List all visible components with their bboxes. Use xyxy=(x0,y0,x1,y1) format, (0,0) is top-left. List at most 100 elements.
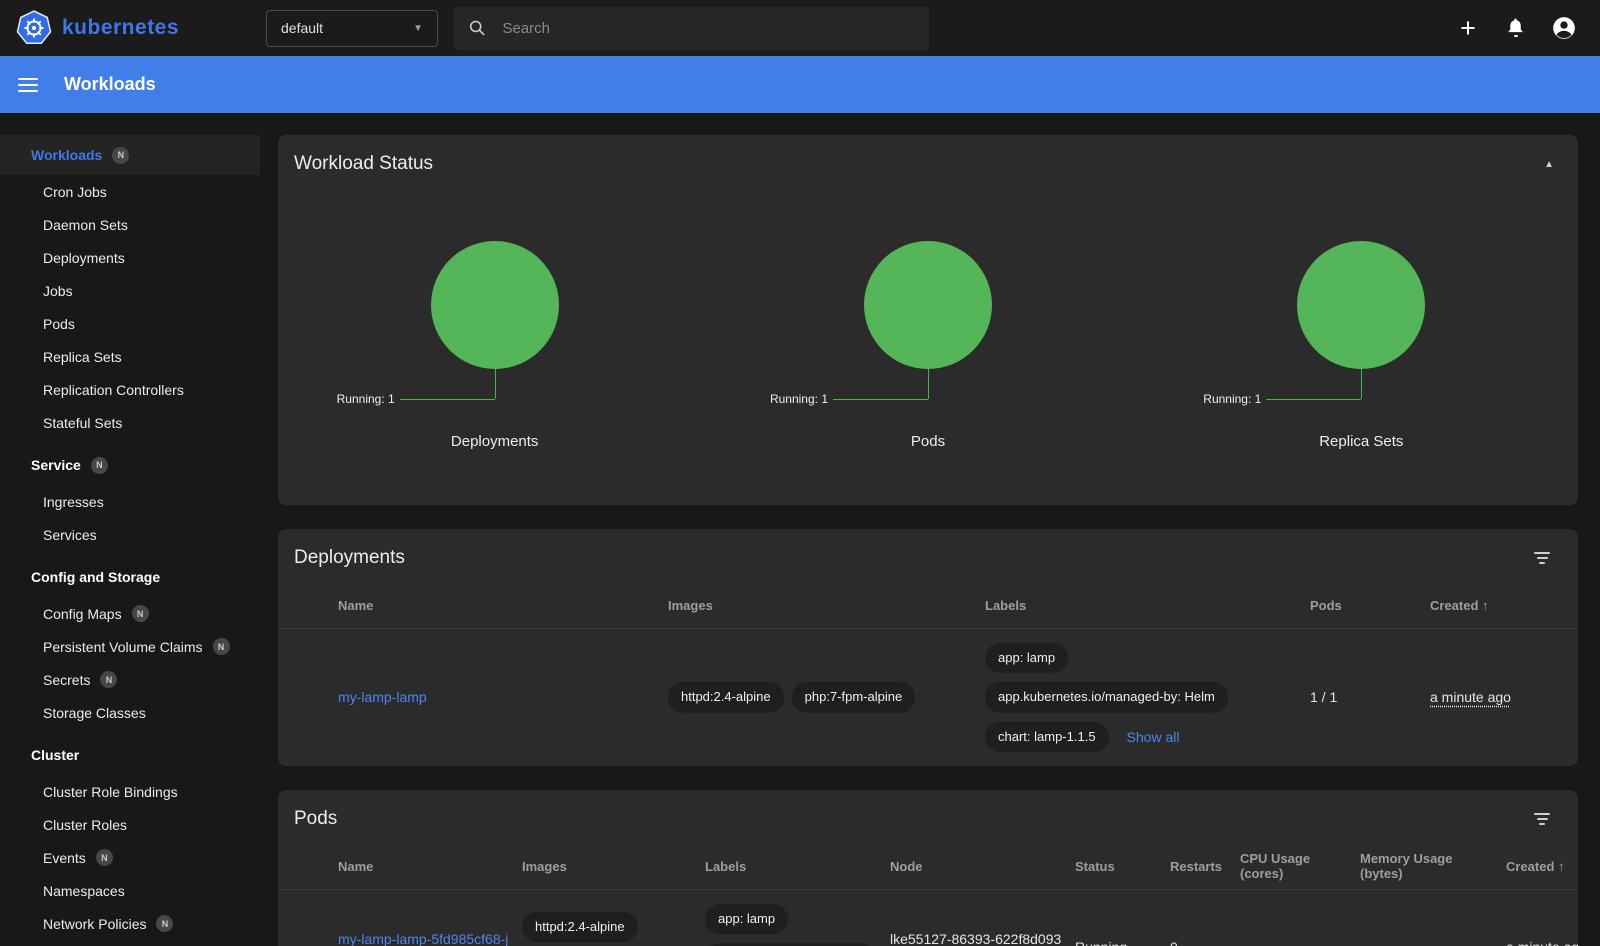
sidebar-item-replica-sets[interactable]: Replica Sets xyxy=(0,340,260,373)
page-title: Workloads xyxy=(64,74,156,95)
new-badge: N xyxy=(112,147,129,164)
col-labels[interactable]: Labels xyxy=(985,598,1310,613)
deployment-row[interactable]: my-lamp-lamp httpd:2.4-alpine php:7-fpm-… xyxy=(278,629,1578,766)
search-icon xyxy=(468,18,486,38)
sidebar-item-storage-classes[interactable]: Storage Classes xyxy=(0,696,260,729)
search-bar[interactable] xyxy=(454,7,929,50)
pod-created: a minute ago xyxy=(1506,939,1578,946)
top-bar: kubernetes default ▼ + xyxy=(0,0,1600,56)
new-badge: N xyxy=(100,671,117,688)
sidebar-item-deployments[interactable]: Deployments xyxy=(0,241,260,274)
sidebar-item-cron-jobs[interactable]: Cron Jobs xyxy=(0,175,260,208)
col-cpu-usage[interactable]: CPU Usage (cores) xyxy=(1240,851,1360,881)
workload-status-charts: Running: 1 Deployments Running: 1 Pods R… xyxy=(278,241,1578,505)
namespace-selector[interactable]: default ▼ xyxy=(266,10,438,47)
col-images[interactable]: Images xyxy=(668,598,985,613)
sidebar-item-ingresses[interactable]: Ingresses xyxy=(0,485,260,518)
sidebar-item-services[interactable]: Services xyxy=(0,518,260,551)
col-labels[interactable]: Labels xyxy=(705,859,890,874)
deployment-name-link[interactable]: my-lamp-lamp xyxy=(338,689,427,705)
account-avatar-icon xyxy=(1551,15,1577,41)
main-content: Workload Status ▲ Running: 1 Deployments… xyxy=(260,113,1600,946)
col-restarts[interactable]: Restarts xyxy=(1170,859,1240,874)
sidebar-section-cluster[interactable]: Cluster xyxy=(0,735,260,775)
col-images[interactable]: Images xyxy=(522,859,705,874)
new-badge: N xyxy=(96,849,113,866)
deployments-title: Deployments xyxy=(294,547,405,569)
pod-restarts: 0 xyxy=(1170,939,1240,946)
col-name[interactable]: Name xyxy=(338,598,668,613)
col-node[interactable]: Node xyxy=(890,859,1075,874)
kubernetes-helm-icon xyxy=(16,10,52,46)
sidebar-item-pods[interactable]: Pods xyxy=(0,307,260,340)
filter-icon[interactable] xyxy=(1530,809,1554,829)
replica-sets-running-label: Running: 1 xyxy=(1203,392,1261,406)
pods-pie-chart: Running: 1 Pods xyxy=(711,241,1144,505)
pod-memory-usage: - xyxy=(1360,939,1506,946)
sidebar-item-namespaces[interactable]: Namespaces xyxy=(0,874,260,907)
new-badge: N xyxy=(156,915,173,932)
sidebar-item-daemon-sets[interactable]: Daemon Sets xyxy=(0,208,260,241)
col-name[interactable]: Name xyxy=(338,859,522,874)
menu-button[interactable] xyxy=(18,78,38,92)
pods-pie xyxy=(864,241,992,369)
sort-asc-icon: ↑ xyxy=(1558,859,1565,874)
sidebar-item-jobs[interactable]: Jobs xyxy=(0,274,260,307)
sidebar-item-secrets[interactable]: Secrets N xyxy=(0,663,260,696)
col-created[interactable]: Created ↑ xyxy=(1430,598,1578,613)
new-badge: N xyxy=(132,605,149,622)
replica-sets-pie-chart: Running: 1 Replica Sets xyxy=(1145,241,1578,505)
pods-card: Pods Name Images Labels Node Status Rest… xyxy=(278,790,1578,946)
pods-title: Pods xyxy=(294,808,337,830)
pod-node: lke55127-86393-622f8d09399a xyxy=(890,931,1075,946)
col-memory-usage[interactable]: Memory Usage (bytes) xyxy=(1360,851,1506,881)
sidebar-nav: Workloads N Cron Jobs Daemon Sets Deploy… xyxy=(0,113,260,946)
deployments-card: Deployments Name Images Labels Pods Crea… xyxy=(278,529,1578,766)
collapse-card-button[interactable]: ▲ xyxy=(1544,159,1554,170)
label-chip: app.kubernetes.io/managed-by: Helm xyxy=(985,682,1228,712)
kubernetes-logo[interactable]: kubernetes xyxy=(16,10,266,46)
new-badge: N xyxy=(213,638,230,655)
user-menu-button[interactable] xyxy=(1544,8,1584,48)
notifications-button[interactable] xyxy=(1496,8,1536,48)
sidebar-item-config-maps[interactable]: Config Maps N xyxy=(0,597,260,630)
namespace-value: default xyxy=(281,20,323,36)
workload-status-title: Workload Status xyxy=(294,153,433,175)
bell-icon xyxy=(1505,17,1527,39)
image-chip: httpd:2.4-alpine xyxy=(668,682,784,712)
pod-status: Running xyxy=(1075,939,1170,946)
pod-row[interactable]: my-lamp-lamp-5fd985cf68-jwvz4 httpd:2.4-… xyxy=(278,890,1578,946)
col-pods[interactable]: Pods xyxy=(1310,598,1430,613)
sort-asc-icon: ↑ xyxy=(1482,598,1489,613)
sidebar-item-events[interactable]: Events N xyxy=(0,841,260,874)
sidebar-item-workloads[interactable]: Workloads N xyxy=(0,135,260,175)
app-bar: Workloads xyxy=(0,56,1600,113)
pod-cpu-usage: - xyxy=(1240,939,1360,946)
pods-table-header: Name Images Labels Node Status Restarts … xyxy=(278,844,1578,890)
deployments-pie xyxy=(431,241,559,369)
pods-running-label: Running: 1 xyxy=(770,392,828,406)
sidebar-item-network-policies[interactable]: Network Policies N xyxy=(0,907,260,940)
sidebar-item-persistent-volume-claims[interactable]: Persistent Volume Claims N xyxy=(0,630,260,663)
create-resource-button[interactable]: + xyxy=(1448,8,1488,48)
sidebar-item-replication-controllers[interactable]: Replication Controllers xyxy=(0,373,260,406)
sidebar-item-cluster-roles[interactable]: Cluster Roles xyxy=(0,808,260,841)
deployment-created: a minute ago xyxy=(1430,689,1511,705)
label-chip: chart: lamp-1.1.5 xyxy=(985,722,1109,752)
pods-chart-caption: Pods xyxy=(711,433,1144,450)
plus-icon: + xyxy=(1460,15,1476,42)
sidebar-item-stateful-sets[interactable]: Stateful Sets xyxy=(0,406,260,439)
filter-icon[interactable] xyxy=(1530,548,1554,568)
col-created[interactable]: Created ↑ xyxy=(1506,859,1578,874)
pod-name-link[interactable]: my-lamp-lamp-5fd985cf68-jwvz4 xyxy=(338,931,508,946)
sidebar-item-cluster-role-bindings[interactable]: Cluster Role Bindings xyxy=(0,775,260,808)
deployments-running-label: Running: 1 xyxy=(337,392,395,406)
sidebar-section-config-and-storage[interactable]: Config and Storage xyxy=(0,557,260,597)
col-status[interactable]: Status xyxy=(1075,859,1170,874)
show-all-link[interactable]: Show all xyxy=(1127,729,1180,745)
sidebar-item-service[interactable]: Service N xyxy=(0,445,260,485)
replica-sets-pie xyxy=(1297,241,1425,369)
search-input[interactable] xyxy=(502,20,915,37)
chevron-down-icon: ▼ xyxy=(413,23,423,34)
brand-text: kubernetes xyxy=(62,16,179,40)
